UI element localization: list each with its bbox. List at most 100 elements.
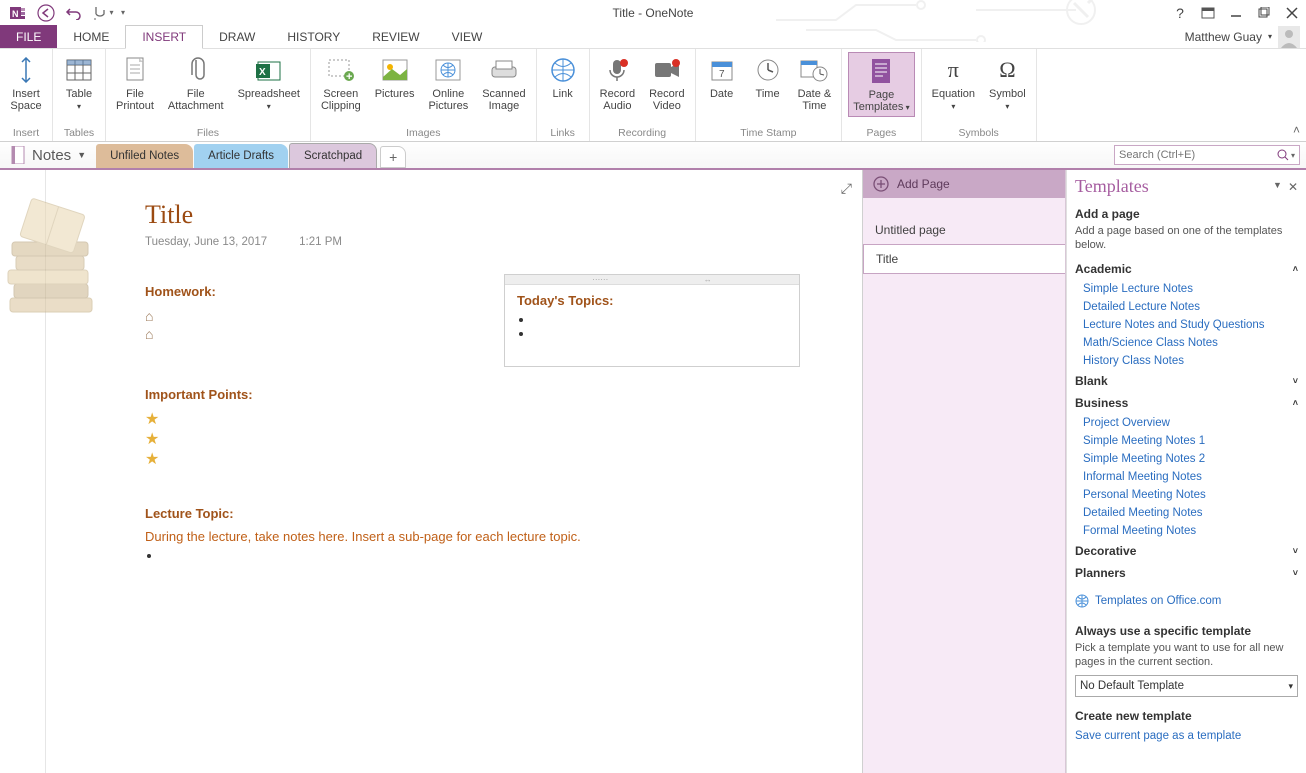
svg-text:+: + (346, 71, 352, 82)
template-link[interactable]: Simple Meeting Notes 1 (1083, 432, 1298, 450)
tab-file[interactable]: FILE (0, 25, 57, 48)
office-templates-link[interactable]: Templates on Office.com (1095, 592, 1221, 610)
note-container[interactable]: ⋯⋯ ↔ Today's Topics: (504, 274, 800, 367)
user-name[interactable]: Matthew Guay (1185, 30, 1262, 44)
page-templates-button[interactable]: Page Templates ▾ (848, 52, 914, 117)
back-button[interactable] (32, 2, 60, 24)
pane-options-icon[interactable]: ▼ (1273, 180, 1282, 194)
tab-insert[interactable]: INSERT (125, 25, 203, 49)
default-template-dropdown[interactable]: No Default Template ▾ (1075, 675, 1298, 697)
category-decorative[interactable]: Decorative ˅ (1075, 540, 1298, 562)
template-link[interactable]: Project Overview (1083, 414, 1298, 432)
collapse-ribbon-icon[interactable]: ˄ (1293, 123, 1300, 137)
template-link[interactable]: Formal Meeting Notes (1083, 522, 1298, 540)
record-video-button[interactable]: Record Video (645, 52, 688, 114)
template-link[interactable]: Personal Meeting Notes (1083, 486, 1298, 504)
template-link[interactable]: Simple Meeting Notes 2 (1083, 450, 1298, 468)
page-item-title[interactable]: Title (863, 244, 1065, 274)
search-field[interactable] (1119, 149, 1277, 161)
page-time: 1:21 PM (299, 236, 342, 248)
svg-text:X: X (259, 67, 266, 78)
chevron-down-icon: ˅ (1293, 376, 1298, 386)
page-title[interactable]: Title (145, 200, 822, 230)
star-icon: ★ (145, 430, 822, 450)
template-link[interactable]: Math/Science Class Notes (1083, 334, 1298, 352)
section-tab-unfiled[interactable]: Unfiled Notes (96, 144, 193, 168)
ribbon-display-icon[interactable] (1194, 2, 1222, 24)
add-page-desc: Add a page based on one of the templates… (1075, 224, 1298, 252)
save-as-template-link[interactable]: Save current page as a template (1075, 727, 1298, 745)
template-link[interactable]: Detailed Meeting Notes (1083, 504, 1298, 522)
category-planners[interactable]: Planners ˅ (1075, 562, 1298, 584)
chevron-up-icon: ˄ (1293, 398, 1298, 408)
time-button[interactable]: Time (748, 52, 788, 102)
category-business[interactable]: Business ˄ (1075, 392, 1298, 414)
lecture-heading: Lecture Topic: (145, 506, 822, 521)
scanned-image-button[interactable]: Scanned Image (478, 52, 529, 114)
expand-icon[interactable]: ⤢ (841, 180, 852, 197)
add-section-button[interactable]: + (380, 146, 406, 168)
undo-button[interactable] (60, 2, 88, 24)
page-date: Tuesday, June 13, 2017 (145, 236, 267, 248)
tab-home[interactable]: HOME (57, 25, 125, 48)
equation-button[interactable]: π Equation▾ (928, 52, 979, 115)
category-academic[interactable]: Academic ˄ (1075, 258, 1298, 280)
lecture-description: During the lecture, take notes here. Ins… (145, 529, 822, 544)
date-button[interactable]: 7 Date (702, 52, 742, 102)
star-icon: ★ (145, 410, 822, 430)
search-icon (1277, 149, 1289, 161)
tab-history[interactable]: HISTORY (271, 25, 356, 48)
record-audio-button[interactable]: Record Audio (596, 52, 639, 114)
svg-text:N: N (12, 9, 19, 19)
tab-draw[interactable]: DRAW (203, 25, 271, 48)
add-page-button[interactable]: Add Page (863, 170, 1065, 198)
online-pictures-button[interactable]: Online Pictures (424, 52, 472, 114)
star-icon: ★ (145, 450, 822, 470)
symbol-button[interactable]: Ω Symbol▾ (985, 52, 1030, 115)
qat-customize[interactable]: ▾ (116, 2, 130, 24)
globe-icon (1075, 594, 1089, 608)
link-button[interactable]: Link (543, 52, 583, 102)
search-input[interactable]: ▾ (1114, 145, 1300, 165)
template-link[interactable]: Detailed Lecture Notes (1083, 298, 1298, 316)
add-page-heading: Add a page (1075, 207, 1298, 221)
template-link[interactable]: Simple Lecture Notes (1083, 280, 1298, 298)
close-button[interactable] (1278, 2, 1306, 24)
insert-space-button[interactable]: Insert Space (6, 52, 46, 114)
notebook-selector[interactable]: Notes ▼ (10, 146, 96, 168)
maximize-button[interactable] (1250, 2, 1278, 24)
chevron-up-icon: ˄ (1293, 264, 1298, 274)
template-link[interactable]: Lecture Notes and Study Questions (1083, 316, 1298, 334)
template-link[interactable]: Informal Meeting Notes (1083, 468, 1298, 486)
svg-text:7: 7 (719, 69, 725, 80)
pane-close-icon[interactable]: ✕ (1288, 180, 1298, 194)
container-handle[interactable]: ⋯⋯ ↔ (505, 275, 799, 285)
always-template-heading: Always use a specific template (1075, 624, 1298, 638)
window-title: Title - OneNote (613, 6, 694, 20)
pictures-button[interactable]: Pictures (371, 52, 419, 102)
help-icon[interactable]: ? (1166, 2, 1194, 24)
date-time-button[interactable]: Date & Time (794, 52, 836, 114)
file-printout-button[interactable]: File Printout (112, 52, 158, 114)
user-menu-chevron[interactable]: ▾ (1268, 32, 1272, 41)
notebook-icon (10, 146, 26, 164)
avatar[interactable] (1278, 26, 1300, 48)
tab-view[interactable]: VIEW (436, 25, 499, 48)
lecture-bullets[interactable] (145, 548, 822, 562)
section-tab-scratchpad[interactable]: Scratchpad (289, 143, 377, 168)
category-blank[interactable]: Blank ˅ (1075, 370, 1298, 392)
screen-clipping-button[interactable]: + Screen Clipping (317, 52, 365, 114)
touch-mode-button[interactable]: ▾ (88, 2, 116, 24)
topics-bullets[interactable] (517, 312, 787, 340)
spreadsheet-button[interactable]: X Spreadsheet▾ (234, 52, 304, 115)
onenote-app-icon[interactable]: N (4, 2, 32, 24)
table-button[interactable]: Table▾ (59, 52, 99, 115)
section-tab-drafts[interactable]: Article Drafts (194, 144, 288, 168)
tab-review[interactable]: REVIEW (356, 25, 435, 48)
note-canvas[interactable]: ⤢ Title Tuesday, June 13, 2017 1:21 PM H… (0, 170, 863, 773)
page-item-untitled[interactable]: Untitled page (863, 216, 1065, 244)
topics-heading: Today's Topics: (517, 293, 787, 308)
file-attachment-button[interactable]: File Attachment (164, 52, 228, 114)
minimize-button[interactable] (1222, 2, 1250, 24)
template-link[interactable]: History Class Notes (1083, 352, 1298, 370)
